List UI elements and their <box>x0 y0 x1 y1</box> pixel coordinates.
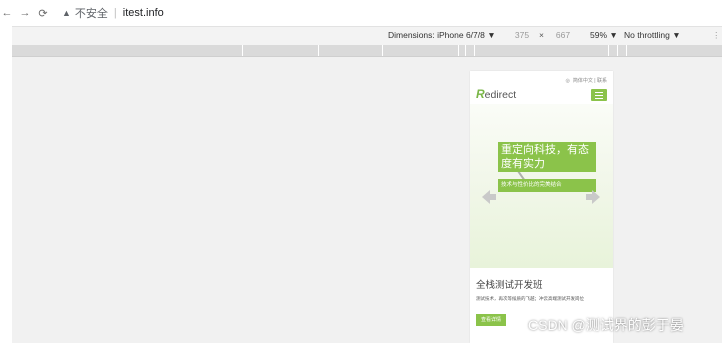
width-input[interactable]: 375 <box>508 30 536 41</box>
address-separator: | <box>113 7 117 19</box>
top-nav: ◎ 简体中文 | 联系 <box>565 77 607 85</box>
url-text[interactable]: itest.info <box>123 7 164 19</box>
hamburger-menu-icon[interactable] <box>591 89 607 101</box>
prev-arrow-stem <box>490 194 496 200</box>
logo-text: edirect <box>484 89 517 101</box>
hero-subtitle: 技术与性价比的完美结合 <box>498 179 596 192</box>
media-query-marker[interactable] <box>626 45 627 56</box>
media-query-bar[interactable] <box>12 45 722 57</box>
dimension-times: × <box>539 30 544 40</box>
media-query-marker[interactable] <box>458 45 459 56</box>
prev-slide-arrow-icon[interactable] <box>482 190 490 204</box>
logo-letter: R <box>476 87 485 101</box>
throttling-select[interactable]: No throttling ▼ <box>624 30 681 40</box>
media-query-marker[interactable] <box>465 45 466 56</box>
more-options-icon[interactable]: ⋮ <box>712 30 721 41</box>
warning-triangle-icon[interactable]: ▲ <box>62 8 71 18</box>
media-query-marker[interactable] <box>382 45 383 56</box>
hero-title: 重定向科技，有态度有实力 <box>498 142 596 172</box>
phone-viewport: ◎ 简体中文 | 联系 Redirect 重定向科技，有态度有实力 技术与性价比… <box>470 71 613 343</box>
language-links[interactable]: 简体中文 | 联系 <box>573 77 607 84</box>
height-input[interactable]: 667 <box>549 30 577 41</box>
media-query-marker[interactable] <box>474 45 475 56</box>
zoom-select[interactable]: 59% ▼ <box>590 30 618 40</box>
address-bar: ← → ⟳ ▲ 不安全 | itest.info <box>0 0 722 26</box>
back-arrow-icon[interactable]: ← <box>0 7 14 19</box>
globe-icon: ◎ <box>565 77 570 84</box>
csdn-watermark: CSDN @测试界的彭于晏 <box>528 317 684 333</box>
media-query-marker[interactable] <box>608 45 609 56</box>
dimensions-select[interactable]: Dimensions: iPhone 6/7/8 ▼ <box>388 30 496 40</box>
media-query-marker[interactable] <box>318 45 319 56</box>
course-description: 测试技术，再次等候质的飞越；冲云高端测试开发岗位 <box>476 296 584 301</box>
forward-arrow-icon[interactable]: → <box>18 7 32 19</box>
view-details-button[interactable]: 查看详情 <box>476 314 506 326</box>
device-toolbar: Dimensions: iPhone 6/7/8 ▼ 375 × 667 59%… <box>12 26 722 46</box>
hero-banner: 重定向科技，有态度有实力 技术与性价比的完美结合 <box>470 104 613 268</box>
device-viewport-background <box>12 57 722 343</box>
site-logo[interactable]: Redirect <box>476 87 516 101</box>
media-query-marker[interactable] <box>617 45 618 56</box>
reload-icon[interactable]: ⟳ <box>36 7 50 20</box>
course-title: 全栈测试开发班 <box>476 280 543 291</box>
next-slide-arrow-icon[interactable] <box>592 190 600 204</box>
security-status[interactable]: 不安全 <box>75 5 108 21</box>
media-query-marker[interactable] <box>242 45 243 56</box>
